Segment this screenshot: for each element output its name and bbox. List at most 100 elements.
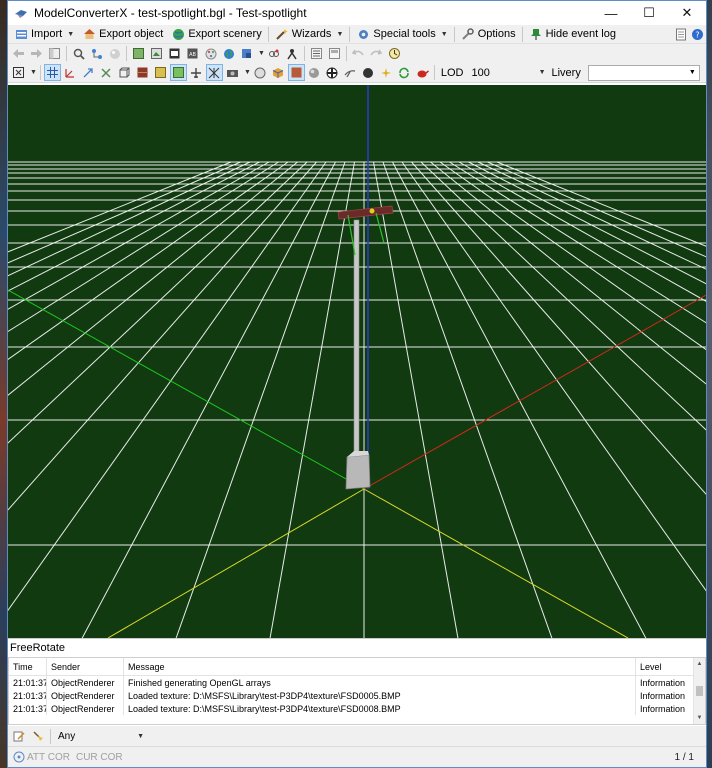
ground-plane-icon[interactable]	[169, 64, 187, 81]
redo-icon[interactable]	[368, 45, 385, 62]
export-scenery-button[interactable]: Export scenery	[167, 25, 265, 43]
3d-viewport[interactable]	[8, 85, 706, 638]
log-col-level[interactable]: Level	[636, 658, 692, 675]
history-icon[interactable]	[386, 45, 403, 62]
special-tools-label: Special tools	[373, 28, 436, 40]
import-menu[interactable]: Import ▼	[10, 25, 78, 43]
hide-event-log-button[interactable]: Hide event log	[525, 25, 620, 43]
chevron-down-icon: ▼	[67, 30, 75, 38]
table-row[interactable]: 21:01:37 ObjectRenderer Finished generat…	[9, 676, 705, 689]
toolbar-separator	[39, 65, 41, 80]
maximize-button[interactable]: ☐	[630, 1, 668, 25]
film-icon[interactable]	[166, 45, 183, 62]
table-row[interactable]: 21:01:37 ObjectRenderer Loaded texture: …	[9, 689, 705, 702]
normals-icon[interactable]	[80, 64, 97, 81]
log-col-time[interactable]: Time	[9, 658, 47, 675]
close-button[interactable]: ✕	[668, 1, 706, 25]
log-time: 21:01:37	[9, 676, 47, 689]
spotlight-lamp	[369, 208, 375, 214]
grid-toggle-icon[interactable]	[43, 64, 61, 81]
earth-icon[interactable]	[220, 45, 237, 62]
livery-label: Livery	[551, 66, 581, 79]
teapot-icon[interactable]	[414, 64, 431, 81]
block-icon[interactable]	[238, 45, 255, 62]
axis-x-line	[363, 294, 706, 490]
texture-icon[interactable]	[148, 45, 165, 62]
axes-icon[interactable]	[62, 64, 79, 81]
chevron-down-icon[interactable]: ▼	[30, 69, 37, 76]
spotlight-base	[345, 454, 371, 490]
chevron-down-icon: ▼	[137, 732, 144, 740]
tag-icon[interactable]: AB	[184, 45, 201, 62]
hierarchy-icon[interactable]	[88, 45, 105, 62]
lighting-icon[interactable]	[152, 64, 169, 81]
search-icon[interactable]	[70, 45, 87, 62]
menu-separator	[453, 26, 455, 42]
log-scrollbar[interactable]: ▲ ▼	[693, 658, 705, 724]
wireframe-icon[interactable]	[205, 64, 223, 81]
window-title: ModelConverterX - test-spotlight.bgl - T…	[34, 6, 307, 20]
grid-line	[8, 161, 260, 292]
globe-icon	[171, 27, 185, 41]
toolbar-separator	[66, 46, 67, 61]
material-icon[interactable]	[106, 45, 123, 62]
wind-icon[interactable]	[342, 64, 359, 81]
aircraft-icon[interactable]	[188, 64, 205, 81]
minimize-button[interactable]: —	[592, 1, 630, 25]
camera-icon[interactable]	[224, 64, 241, 81]
panel-icon[interactable]	[326, 45, 343, 62]
fit-view-icon[interactable]	[10, 64, 27, 81]
grid-line	[392, 161, 647, 638]
bounding-box-icon[interactable]	[116, 64, 133, 81]
help-icon[interactable]: ?	[689, 26, 706, 43]
chevron-down-icon[interactable]: ▼	[244, 69, 251, 76]
back-arrow-icon[interactable]	[10, 45, 27, 62]
log-header: Time Sender Message Level	[9, 658, 705, 676]
refresh-icon[interactable]	[396, 64, 413, 81]
lod-select[interactable]: 100 ▼	[468, 65, 548, 81]
livery-select[interactable]: ▼	[587, 64, 700, 81]
layout-icon[interactable]	[46, 45, 63, 62]
sphere-wire-icon[interactable]	[252, 64, 269, 81]
info-icon	[10, 749, 27, 766]
options-button[interactable]: Options	[457, 25, 520, 43]
options-label: Options	[477, 28, 516, 40]
document-icon[interactable]	[672, 26, 689, 43]
sparkle-icon[interactable]	[378, 64, 395, 81]
spotlight-pole	[353, 219, 360, 461]
image-icon[interactable]	[130, 45, 147, 62]
scroll-up-icon[interactable]: ▲	[694, 658, 705, 670]
special-tools-menu[interactable]: Special tools ▼	[352, 25, 451, 43]
log-level-filter[interactable]: Any ▼	[55, 728, 147, 744]
cube-color-icon[interactable]	[270, 64, 287, 81]
sphere-shaded-icon[interactable]	[306, 64, 323, 81]
import-icon	[14, 27, 28, 41]
person-icon[interactable]	[284, 45, 301, 62]
log-col-sender[interactable]: Sender	[47, 658, 124, 675]
forward-arrow-icon[interactable]	[28, 45, 45, 62]
broom-icon[interactable]	[29, 728, 46, 745]
scroll-thumb[interactable]	[696, 686, 703, 696]
log-col-message[interactable]: Message	[124, 658, 636, 675]
svg-text:AB: AB	[189, 52, 196, 58]
bones-icon[interactable]	[98, 64, 115, 81]
palette-icon[interactable]	[202, 45, 219, 62]
log-level: Information	[640, 677, 686, 688]
undo-icon[interactable]	[350, 45, 367, 62]
chevron-down-icon[interactable]: ▼	[258, 50, 265, 57]
checker-sphere-icon[interactable]	[324, 64, 341, 81]
link-icon[interactable]	[266, 45, 283, 62]
wizards-menu[interactable]: Wizards ▼	[271, 25, 348, 43]
scroll-down-icon[interactable]: ▼	[694, 712, 705, 724]
textured-icon[interactable]	[134, 64, 151, 81]
dark-sphere-icon[interactable]	[360, 64, 377, 81]
viewport-canvas[interactable]	[8, 85, 706, 638]
table-row[interactable]: 21:01:37 ObjectRenderer Loaded texture: …	[9, 702, 705, 715]
solid-view-icon[interactable]	[287, 64, 305, 81]
export-object-button[interactable]: Export object	[78, 25, 167, 43]
page-indicator: 1 / 1	[674, 751, 694, 763]
svg-text:?: ?	[695, 30, 699, 39]
edit-icon[interactable]	[10, 728, 27, 745]
grid-line	[430, 161, 706, 385]
properties-icon[interactable]	[308, 45, 325, 62]
